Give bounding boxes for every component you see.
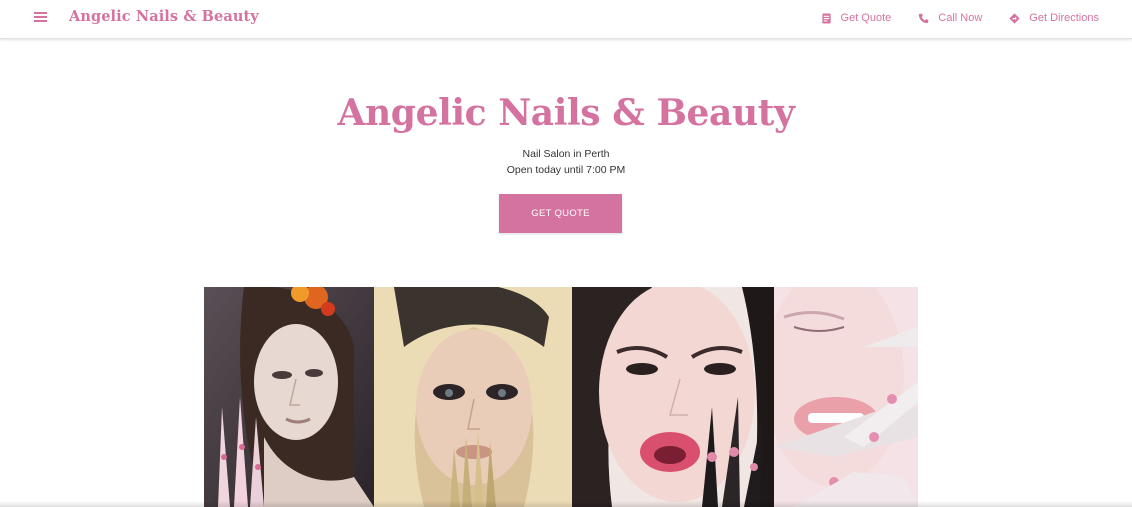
top-app-bar: Angelic Nails & Beauty Get Quote Call No… [0, 0, 1132, 38]
hero-photo-collage [204, 287, 918, 507]
nav-call-now-label: Call Now [938, 12, 983, 24]
hamburger-menu-icon[interactable] [34, 12, 47, 22]
nav-get-directions-label: Get Directions [1029, 12, 1099, 24]
nav-call-now[interactable]: Call Now [918, 12, 982, 24]
get-quote-button[interactable]: GET QUOTE [499, 194, 622, 233]
phone-icon [919, 13, 929, 23]
business-category: Nail Salon in Perth [522, 148, 610, 160]
nav-get-directions[interactable]: Get Directions [1009, 12, 1099, 24]
directions-icon [1009, 12, 1020, 24]
opening-hours: Open today until 7:00 PM [506, 164, 626, 176]
model-photo-3 [572, 287, 774, 507]
nav-get-quote-label: Get Quote [840, 12, 892, 24]
header-nav: Get Quote Call Now Get Directions [794, 0, 1099, 36]
page-title: Angelic Nails & Beauty [337, 92, 795, 134]
brand-name[interactable]: Angelic Nails & Beauty [69, 8, 259, 25]
model-photo-4 [774, 287, 918, 507]
page-bottom-shadow [0, 501, 1132, 507]
nav-get-quote[interactable]: Get Quote [821, 12, 892, 24]
model-photo-1 [204, 287, 374, 507]
quote-icon [821, 12, 831, 24]
model-photo-2 [374, 287, 572, 507]
